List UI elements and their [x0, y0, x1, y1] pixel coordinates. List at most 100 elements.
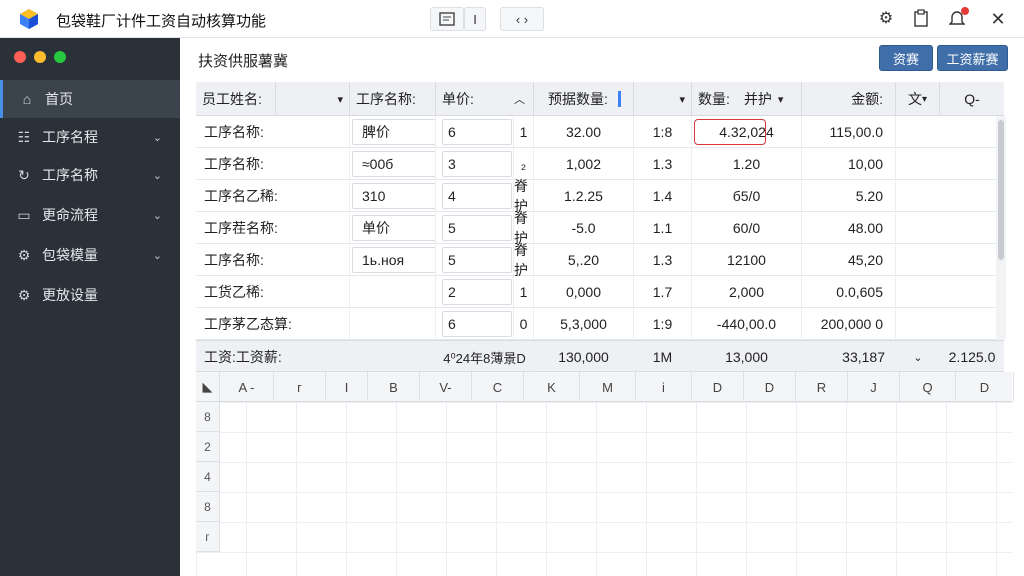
cell-price[interactable]: 2 [436, 276, 514, 308]
cell-price-extra-text: ₂ [520, 156, 527, 172]
header-estimate[interactable]: 预据数量: [534, 82, 634, 116]
cell-amount-text: 0.0,605 [836, 284, 883, 300]
chevron-down-icon: ▾ [337, 93, 343, 106]
column-header[interactable]: D [744, 372, 796, 402]
cell-price[interactable]: 4 [436, 180, 514, 212]
nav-arrows-button[interactable]: ‹ › [500, 7, 544, 31]
cell-unit-label[interactable] [350, 308, 436, 340]
cell-unit-label-text: 脾价 [362, 124, 390, 140]
sidebar-item-process-1[interactable]: ☷ 工序名程 ⌄ [0, 118, 180, 156]
table-row[interactable]: 工序名乙稀: 310 4 脊护 1.2.25 1.4 б5/0 5.20 [196, 178, 996, 214]
cell-quantity-text: 12100 [727, 252, 766, 268]
cell-empty [896, 308, 996, 340]
cell-ratio-text: 1:8 [652, 124, 673, 140]
cell-price[interactable]: 3 [436, 148, 514, 180]
cell-price-text: 6 [448, 124, 456, 140]
people-icon: ☷ [17, 128, 31, 145]
header-search[interactable]: Q- [940, 82, 1004, 116]
column-header[interactable]: D [956, 372, 1014, 402]
clipboard-icon[interactable] [911, 9, 931, 29]
scrollbar-thumb[interactable] [998, 120, 1004, 260]
row-number[interactable]: г [196, 522, 220, 552]
column-header[interactable]: I [326, 372, 368, 402]
header-amount[interactable]: 金额: [802, 82, 896, 116]
column-header[interactable]: B [368, 372, 420, 402]
cell-process-name: 工货乙稀: [196, 276, 350, 308]
header-price[interactable]: 单价: ︿ [436, 82, 534, 116]
row-number[interactable]: 8 [196, 402, 220, 432]
cell-quantity-text: -440,00.0 [716, 316, 777, 332]
bell-icon[interactable] [947, 7, 969, 29]
column-header[interactable]: Q [900, 372, 956, 402]
column-header[interactable]: R [796, 372, 848, 402]
sidebar-item-process-2[interactable]: ↻ 工序名称 ⌄ [0, 156, 180, 194]
column-header[interactable]: K [524, 372, 580, 402]
row-number[interactable]: 4 [196, 462, 220, 492]
settings-icon[interactable]: ⚙ [876, 9, 896, 29]
cursor-button[interactable]: I [464, 7, 486, 31]
column-header[interactable]: D [692, 372, 744, 402]
cell-process-name-text: 工序名称: [204, 124, 264, 140]
close-icon[interactable]: ✕ [988, 9, 1008, 29]
traffic-light-maximize[interactable] [54, 51, 66, 63]
secondary-button[interactable]: 工资薪赛 [937, 45, 1008, 71]
column-header[interactable]: i [636, 372, 692, 402]
header-process[interactable]: 工序名称: [350, 82, 436, 116]
primary-button[interactable]: 资赛 [879, 45, 933, 71]
cell-price-extra: 1 [514, 116, 534, 148]
header-employee-dropdown[interactable]: ▾ [276, 82, 350, 116]
refresh-icon: ↻ [18, 166, 30, 183]
cell-price[interactable]: 6 [436, 308, 514, 340]
header-employee[interactable]: 员工姓名: [196, 82, 276, 116]
cell-unit-label[interactable]: ≈00б [350, 148, 436, 180]
header-text-filter[interactable]: 文 ▾ [896, 82, 940, 116]
column-header[interactable]: A - [220, 372, 274, 402]
sidebar-item-label: 包袋模量 [42, 247, 98, 263]
traffic-light-close[interactable] [14, 51, 26, 63]
sidebar-item-settings[interactable]: ⚙ 更放设量 [0, 276, 180, 314]
cell-price[interactable]: 6 [436, 116, 514, 148]
spreadsheet-grid[interactable] [196, 402, 1012, 576]
table-row[interactable]: 工货乙稀: 2 1 0,000 1.7 2,000 0.0,605 [196, 276, 996, 308]
column-header[interactable]: C [472, 372, 524, 402]
table-row[interactable]: 工序名称: 脾价 6 1 32.00 1:8 4.32,024 115,00.0 [196, 116, 996, 148]
sidebar-item-flow[interactable]: ▭ 更命流程 ⌄ [0, 196, 180, 234]
cell-price-text: 5 [448, 252, 456, 268]
row-number[interactable]: 8 [196, 492, 220, 522]
row-number[interactable]: 2 [196, 432, 220, 462]
cell-unit-label[interactable]: 单价 [350, 212, 436, 244]
cell-amount: 5.20 [802, 180, 896, 212]
cell-price-extra-text: 1 [519, 124, 528, 140]
column-header[interactable]: V- [420, 372, 472, 402]
column-header[interactable]: J [848, 372, 900, 402]
table-row[interactable]: 工序茬名称: 单价 5 脊护 -5.0 1.1 60/0 48.00 [196, 210, 996, 246]
cell-amount: 45,20 [802, 244, 896, 276]
table-scrollbar[interactable] [996, 116, 1006, 340]
document-button[interactable] [430, 7, 464, 31]
cell-ratio: 1.1 [634, 212, 692, 244]
summary-dropdown[interactable]: ⌄ [896, 341, 940, 373]
table-row[interactable]: 工序名称: ≈00б 3 ₂ 1,002 1.3 1.20 10,00 [196, 148, 996, 180]
cell-price[interactable]: 5 [436, 212, 514, 244]
cell-estimate: -5.0 [534, 212, 634, 244]
cell-estimate-text: 1.2.25 [564, 188, 603, 204]
chevron-down-icon: ⌄ [152, 249, 162, 262]
select-all-icon[interactable]: ◣ [196, 372, 220, 402]
traffic-light-minimize[interactable] [34, 51, 46, 63]
cell-unit-label[interactable] [350, 276, 436, 308]
cell-unit-label[interactable]: 310 [350, 180, 436, 212]
table-row[interactable]: 工序茅乙态算: 6 0 5,3,000 1:9 -440,00.0 200,000 0 [196, 308, 996, 340]
cell-unit-label[interactable]: 脾价 [350, 116, 436, 148]
column-header[interactable]: г [274, 372, 326, 402]
table-row[interactable]: 工序名称: 1ь.ноя 5 脊护 5,.20 1.3 12100 45,20 [196, 242, 996, 278]
column-header[interactable]: M [580, 372, 636, 402]
cell-ratio-text: 1:9 [652, 316, 673, 332]
cell-estimate: 5,3,000 [534, 308, 634, 340]
cell-quantity-text: б5/0 [732, 188, 761, 204]
sidebar-item-bags[interactable]: ⚙ 包袋模量 ⌄ [0, 236, 180, 274]
cell-price[interactable]: 5 [436, 244, 514, 276]
header-estimate-dropdown[interactable]: ▾ [634, 82, 692, 116]
header-quantity[interactable]: 数量: 并护 ▾ [692, 82, 802, 116]
cell-unit-label[interactable]: 1ь.ноя [350, 244, 436, 276]
sidebar-item-home[interactable]: ⌂ 首页 [0, 80, 180, 118]
